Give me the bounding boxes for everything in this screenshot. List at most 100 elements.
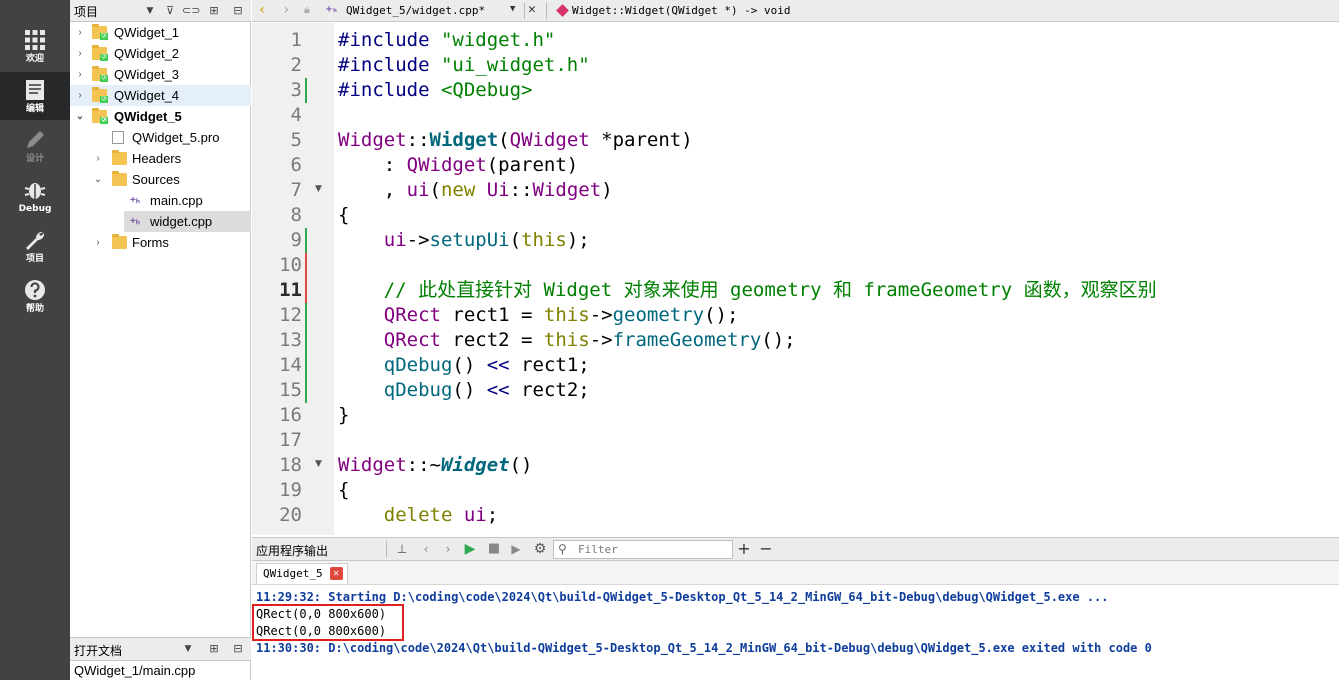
symbol-selector[interactable]: Widget::Widget(QWidget *) -> void [572,4,791,17]
tree-item-qwidget-4[interactable]: › Qt QWidget_4 [70,85,251,106]
mode-projects[interactable]: 项目 [0,222,70,270]
forward-arrow-icon[interactable]: › [440,541,456,557]
tree-item-label: QWidget_3 [114,67,180,82]
code-line: ui->setupUi(this); [383,229,590,251]
mode-help[interactable]: 帮助 [0,272,70,320]
tree-item-qwidget-3[interactable]: › Qt QWidget_3 [70,64,251,85]
pen-icon [27,131,44,148]
line-number: 6 [290,154,302,176]
mode-label: 欢迎 [25,54,44,64]
mode-design[interactable]: 设计 [0,122,70,170]
chevron-right-icon[interactable]: › [92,148,104,169]
back-arrow-icon[interactable]: ‹ [258,2,266,18]
search-icon: ⚲ [558,542,567,556]
line-number: 18 [279,454,302,476]
current-file-selector[interactable]: QWidget_5/widget.cpp* [346,4,485,17]
gear-icon[interactable]: ⚙ [532,541,548,557]
chevron-right-icon[interactable]: › [74,64,86,85]
open-docs-list: QWidget_1/main.cpp [70,661,251,680]
close-panel-icon[interactable]: ⊟ [230,3,246,19]
mode-welcome[interactable]: 欢迎 [0,22,70,70]
bug-icon [24,183,46,199]
output-tab-label: QWidget_5 [263,567,323,580]
output-tabs: QWidget_5 ✕ [252,561,1339,585]
chevron-down-icon[interactable]: ▼ [180,641,196,657]
fold-arrow-icon[interactable]: ▼ [315,184,322,194]
output-text[interactable]: 11:29:32: Starting D:\coding\code\2024\Q… [252,586,1339,680]
mode-label: Debug [18,204,52,214]
debug-run-icon[interactable]: ▶ [508,541,524,557]
tree-item-forms[interactable]: › Forms [70,232,251,253]
line-number: 17 [279,429,302,451]
tree-item-qwidget-2[interactable]: › Qt QWidget_2 [70,43,251,64]
open-doc-item[interactable]: QWidget_1/main.cpp [74,663,195,678]
tree-item-pro-file[interactable]: QWidget_5.pro [70,127,251,148]
lock-icon: 🔒︎ [304,3,310,16]
close-panel-icon[interactable]: ⊟ [230,641,246,657]
code-line: Widget::~Widget() [338,454,533,476]
tree-item-label: QWidget_1 [114,25,180,40]
tree-item-label: QWidget_4 [114,88,180,103]
line-number: 8 [290,204,302,226]
line-number: 10 [279,254,302,276]
tree-item-main-cpp[interactable]: +ₕ main.cpp [70,190,251,211]
chevron-right-icon[interactable]: › [74,43,86,64]
chevron-down-icon[interactable]: ▼ [510,4,515,14]
tree-item-qwidget-5[interactable]: ⌄ Qt QWidget_5 [70,106,251,127]
tree-item-qwidget-1[interactable]: › Qt QWidget_1 [70,22,251,43]
stop-icon[interactable]: ■ [486,541,502,557]
line-number-gutter: 1 2 3 4 5 6 7 8 9 10 11 12 13 14 15 16 1… [252,23,334,535]
close-icon[interactable]: ✕ [329,567,343,580]
highlight-box [252,604,404,641]
code-editor[interactable]: #include "widget.h" #include "ui_widget.… [334,23,1339,535]
folder-icon [112,171,127,186]
open-docs-header: 打开文档 ▼ ⊞ ⊟ [70,637,251,661]
cpp-file-icon: +ₕ [130,195,140,206]
back-arrow-icon[interactable]: ‹ [418,541,434,557]
line-number: 12 [279,304,302,326]
link-icon[interactable]: ⊂⊃ [182,3,200,19]
chevron-right-icon[interactable]: › [92,232,104,253]
mode-label: 编辑 [25,104,44,114]
code-line: delete ui; [383,504,499,526]
qt-folder-icon: Qt [92,45,108,61]
toolbar-separator [524,3,525,19]
chevron-down-icon[interactable]: ⌄ [92,169,104,190]
filter-icon[interactable]: ⊽ [162,3,178,19]
tree-item-widget-cpp[interactable]: +ₕ widget.cpp [124,211,251,232]
output-filter[interactable]: ⚲ [553,540,733,559]
chevron-down-icon[interactable]: ⌄ [74,106,86,127]
zoom-out-icon[interactable]: − [758,541,774,557]
chevron-right-icon[interactable]: › [74,85,86,106]
tree-item-label: Sources [132,172,180,187]
code-line: #include "ui_widget.h" [338,54,590,76]
line-number: 15 [279,379,302,401]
tree-item-label: QWidget_5 [114,109,182,124]
tree-item-sources[interactable]: ⌄ Sources [70,169,251,190]
mode-edit[interactable]: 编辑 [0,72,70,120]
tree-item-headers[interactable]: › Headers [70,148,251,169]
attach-icon[interactable]: ⊥ [394,541,410,557]
code-line: #include <QDebug> [338,79,533,101]
fold-arrow-icon[interactable]: ▼ [315,459,322,469]
chevron-right-icon[interactable]: › [74,22,86,43]
change-marker [305,303,307,403]
close-icon[interactable]: ✕ [528,2,536,17]
line-number: 3 [290,79,302,101]
tree-item-label: main.cpp [150,193,203,208]
chevron-down-icon[interactable]: ▼ [142,3,158,19]
edit-doc-icon [26,80,44,100]
mode-debug[interactable]: Debug [0,172,70,220]
forward-arrow-icon[interactable]: › [282,2,290,18]
line-number: 16 [279,404,302,426]
zoom-in-icon[interactable]: + [736,541,752,557]
output-tab[interactable]: QWidget_5 ✕ [256,563,348,584]
line-number: 7 [290,179,302,201]
split-icon[interactable]: ⊞ [206,3,222,19]
tree-item-label: Headers [132,151,182,166]
run-icon[interactable]: ▶ [462,541,478,557]
qt-folder-icon: Qt [92,87,108,103]
split-icon[interactable]: ⊞ [206,641,222,657]
filter-input[interactable] [578,542,728,557]
output-pane-title: 应用程序输出 [256,544,329,558]
